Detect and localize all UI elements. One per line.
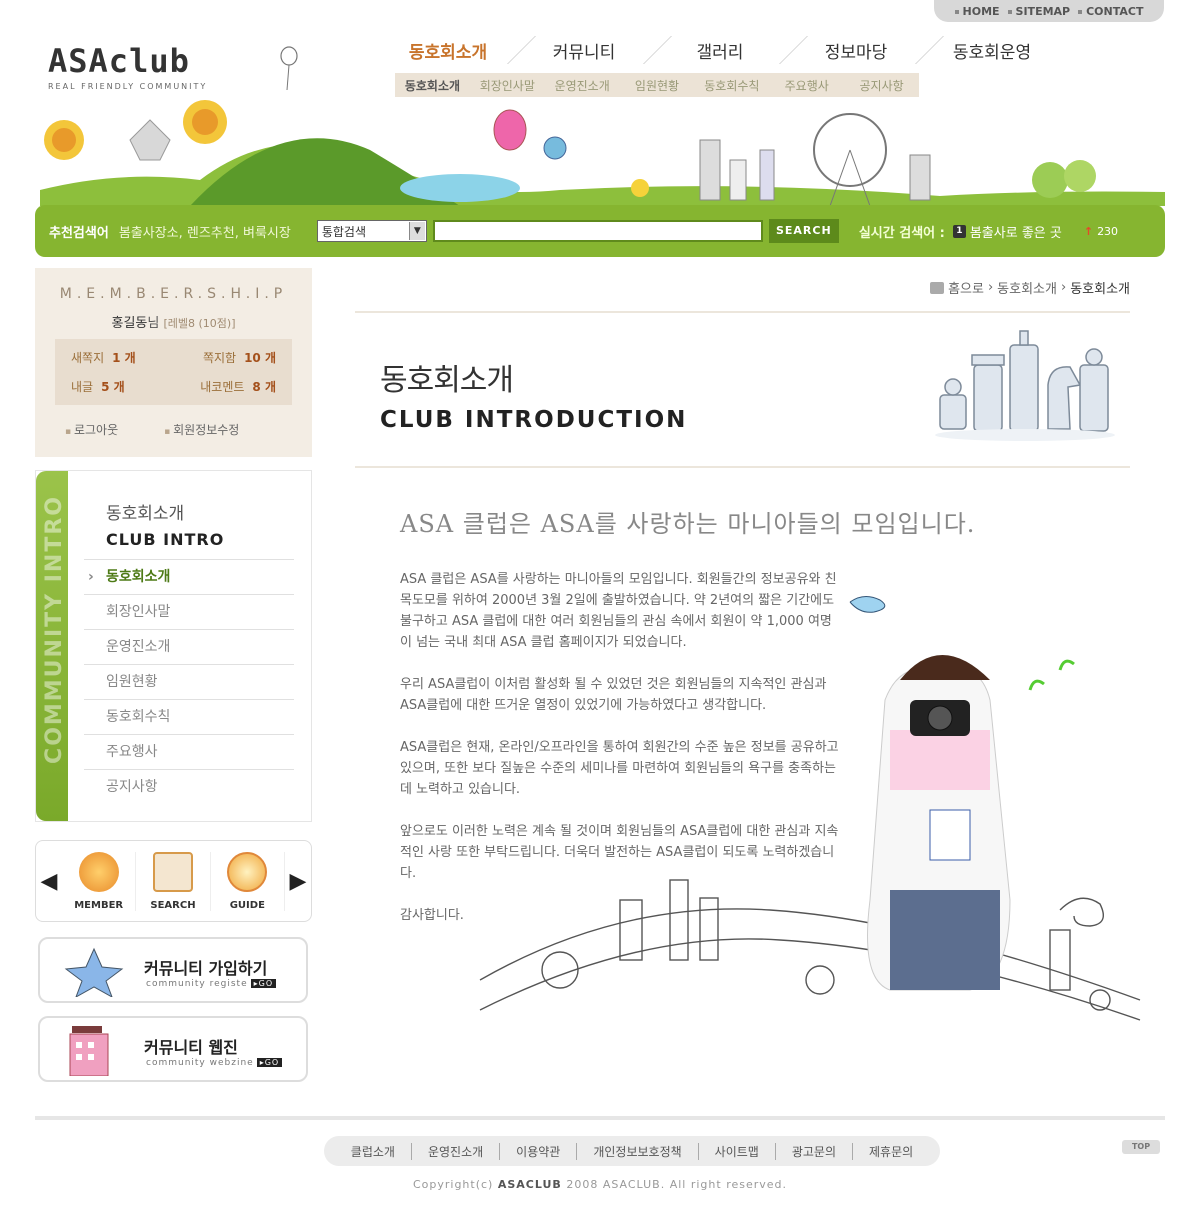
subnav-club-intro[interactable]: 동호회소개 bbox=[395, 77, 470, 94]
subnav-events[interactable]: 주요행사 bbox=[769, 77, 844, 94]
membership-box: M.E.M.B.E.R.S.H.I.P 홍길동님 [레벨8 (10점)] 새쪽지… bbox=[35, 268, 312, 457]
edit-profile-link[interactable]: 회원정보수정 bbox=[164, 421, 239, 438]
next-arrow-icon[interactable]: ▶ bbox=[285, 869, 311, 894]
home-link[interactable]: HOME bbox=[954, 5, 1000, 18]
subnav-staff[interactable]: 운영진소개 bbox=[545, 77, 620, 94]
logout-link[interactable]: 로그아웃 bbox=[65, 421, 118, 438]
join-community-banner[interactable]: 커뮤니티 가입하기 community registe ▸GO bbox=[38, 937, 308, 1003]
user-info: 홍길동님 [레벨8 (10점)] bbox=[111, 316, 236, 331]
building-icon bbox=[69, 1026, 109, 1076]
balloon-icon bbox=[280, 46, 298, 91]
page-title-en: CLUB INTRODUCTION bbox=[380, 407, 688, 433]
menu-item-officers[interactable]: 임원현황 bbox=[84, 664, 294, 699]
menu-item-greeting[interactable]: 회장인사말 bbox=[84, 594, 294, 629]
search-input[interactable] bbox=[432, 220, 763, 242]
left-menu: COMMUNITY INTRO 동호회소개 CLUB INTRO 동호회소개 회… bbox=[35, 470, 312, 822]
star-character-icon bbox=[64, 947, 124, 997]
search-button[interactable]: SEARCH bbox=[768, 219, 839, 243]
user-name: 홍길동 bbox=[111, 316, 148, 331]
nav-community[interactable]: 커뮤니티 bbox=[516, 38, 652, 63]
footer-link-sitemap[interactable]: 사이트맵 bbox=[699, 1142, 776, 1160]
footer-link-privacy[interactable]: 개인정보보호정책 bbox=[577, 1142, 699, 1160]
community-webzine-banner[interactable]: 커뮤니티 웹진 community webzine ▸GO bbox=[38, 1016, 308, 1082]
contact-link[interactable]: CONTACT bbox=[1078, 5, 1143, 18]
breadcrumb: 홈으로 › 동호회소개 › 동호회소개 bbox=[930, 278, 1130, 297]
quick-menu: ◀ MEMBER SEARCH GUIDE ▶ bbox=[35, 840, 312, 922]
left-menu-list: 동호회소개 회장인사말 운영진소개 임원현황 동호회수칙 주요행사 공지사항 bbox=[84, 559, 294, 804]
stat-notebox[interactable]: 쪽지함 10 개 bbox=[174, 349, 276, 366]
member-links: 로그아웃 회원정보수정 bbox=[65, 421, 282, 438]
realtime-keyword[interactable]: 1 봄출사로 좋은 곳 bbox=[952, 222, 1062, 241]
realtime-count: ↑ 230 bbox=[1083, 224, 1119, 238]
left-menu-heading: 동호회소개 CLUB INTRO bbox=[106, 504, 225, 549]
search-scope-value: 통합검색 bbox=[321, 225, 366, 239]
realtime-keyword-text: 봄출사로 좋은 곳 bbox=[969, 225, 1062, 241]
footer-link-partner[interactable]: 제휴문의 bbox=[853, 1143, 929, 1160]
page-title: 동호회소개 CLUB INTRODUCTION bbox=[380, 355, 687, 433]
copyright: Copyright(c) ASACLUB 2008 ASACLUB. All r… bbox=[412, 1178, 788, 1191]
footer-nav: 클럽소개 운영진소개 이용약관 개인정보보호정책 사이트맵 광고문의 제휴문의 bbox=[324, 1136, 940, 1166]
search-icon bbox=[152, 851, 193, 892]
stat-new-notes[interactable]: 새쪽지 1 개 bbox=[71, 349, 174, 366]
breadcrumb-level1[interactable]: 동호회소개 bbox=[997, 278, 1057, 297]
member-icon bbox=[78, 851, 119, 892]
logo-name: ASAclub bbox=[48, 42, 190, 80]
utility-bar: HOME SITEMAP CONTACT bbox=[934, 0, 1164, 22]
site-logo[interactable]: ASAclub REAL FRIENDLY COMMUNITY bbox=[48, 42, 207, 91]
search-scope-select[interactable]: 통합검색 ▼ bbox=[316, 220, 427, 242]
menu-item-rules[interactable]: 동호회수칙 bbox=[84, 699, 294, 734]
quick-guide[interactable]: GUIDE bbox=[211, 851, 285, 911]
header-illustration bbox=[40, 100, 1165, 206]
subnav-notice[interactable]: 공지사항 bbox=[844, 77, 919, 94]
recommend-keywords[interactable]: 봄출사장소, 렌즈추천, 벼룩시장 bbox=[119, 222, 291, 241]
quick-search[interactable]: SEARCH bbox=[136, 851, 211, 911]
logo-tagline: REAL FRIENDLY COMMUNITY bbox=[48, 82, 208, 91]
divider bbox=[355, 466, 1130, 468]
breadcrumb-home[interactable]: 홈으로 bbox=[948, 278, 984, 297]
menu-item-staff[interactable]: 운영진소개 bbox=[84, 629, 294, 664]
photographer-illustration bbox=[479, 596, 1141, 1021]
arrow-up-icon: ↑ bbox=[1083, 224, 1094, 238]
sub-nav: 동호회소개 회장인사말 운영진소개 임원현황 동호회수칙 주요행사 공지사항 bbox=[395, 73, 919, 97]
rank-badge: 1 bbox=[952, 224, 966, 238]
main-nav: 동호회소개 커뮤니티 갤러리 정보마당 동호회운영 bbox=[380, 38, 1060, 63]
nav-info[interactable]: 정보마당 bbox=[788, 38, 924, 63]
stat-my-posts[interactable]: 내글 5 개 bbox=[71, 378, 174, 395]
sitemap-link[interactable]: SITEMAP bbox=[1007, 5, 1070, 18]
footer-link-ads[interactable]: 광고문의 bbox=[776, 1142, 854, 1160]
nav-gallery[interactable]: 갤러리 bbox=[652, 38, 788, 63]
chevron-down-icon: ▼ bbox=[408, 222, 425, 240]
slogan: ASA 클럽은 ASA를 사랑하는 마니아들의 모임입니다. bbox=[400, 510, 976, 538]
stat-my-comments[interactable]: 내코멘트 8 개 bbox=[174, 378, 276, 395]
divider bbox=[355, 311, 1130, 313]
membership-title: M.E.M.B.E.R.S.H.I.P bbox=[59, 286, 288, 302]
prev-arrow-icon[interactable]: ◀ bbox=[36, 869, 62, 894]
subnav-greeting[interactable]: 회장인사말 bbox=[470, 77, 545, 94]
chess-pieces-image bbox=[935, 330, 1115, 441]
recommend-label: 추천검색어 bbox=[49, 225, 109, 241]
footer-link-about[interactable]: 클럽소개 bbox=[335, 1142, 412, 1160]
realtime-label: 실시간 검색어 : bbox=[858, 225, 945, 241]
member-stats: 새쪽지 1 개 쪽지함 10 개 내글 5 개 내코멘트 8 개 bbox=[55, 339, 292, 405]
page-title-ko: 동호회소개 bbox=[380, 363, 514, 398]
footer-link-terms[interactable]: 이용약관 bbox=[500, 1142, 578, 1160]
menu-item-club-intro[interactable]: 동호회소개 bbox=[84, 559, 294, 595]
subnav-rules[interactable]: 동호회수칙 bbox=[694, 77, 769, 94]
nav-operation[interactable]: 동호회운영 bbox=[924, 38, 1060, 63]
nav-club-intro[interactable]: 동호회소개 bbox=[380, 38, 516, 63]
menu-item-events[interactable]: 주요행사 bbox=[84, 734, 294, 769]
breadcrumb-current: 동호회소개 bbox=[1070, 282, 1130, 297]
subnav-officers[interactable]: 임원현황 bbox=[620, 77, 695, 94]
footer-divider bbox=[35, 1116, 1165, 1120]
search-bar: 추천검색어 봄출사장소, 렌즈추천, 벼룩시장 통합검색 ▼ SEARCH 실시… bbox=[35, 205, 1165, 257]
home-icon bbox=[930, 281, 945, 294]
guide-icon bbox=[227, 851, 268, 892]
top-button[interactable]: TOP bbox=[1122, 1140, 1160, 1154]
user-level: [레벨8 (10점)] bbox=[163, 317, 236, 330]
vertical-title: COMMUNITY INTRO bbox=[42, 495, 67, 764]
quick-member[interactable]: MEMBER bbox=[62, 851, 137, 911]
footer-link-staff[interactable]: 운영진소개 bbox=[412, 1142, 501, 1160]
menu-item-notice[interactable]: 공지사항 bbox=[84, 769, 294, 804]
left-menu-bar: COMMUNITY INTRO bbox=[36, 471, 68, 821]
